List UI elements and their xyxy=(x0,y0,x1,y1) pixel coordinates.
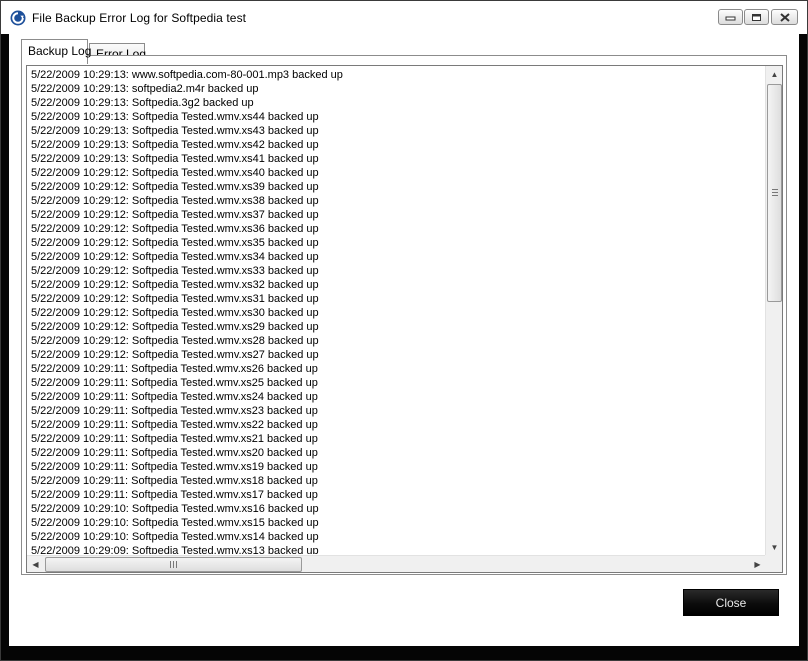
log-line[interactable]: 5/22/2009 10:29:11: Softpedia Tested.wmv… xyxy=(31,390,761,404)
minimize-button[interactable] xyxy=(718,9,743,25)
log-line[interactable]: 5/22/2009 10:29:12: Softpedia Tested.wmv… xyxy=(31,180,761,194)
log-line[interactable]: 5/22/2009 10:29:11: Softpedia Tested.wmv… xyxy=(31,404,761,418)
arrow-right-icon[interactable]: ▶ xyxy=(749,556,766,572)
close-button[interactable]: Close xyxy=(683,589,779,616)
log-line[interactable]: 5/22/2009 10:29:11: Softpedia Tested.wmv… xyxy=(31,376,761,390)
log-line[interactable]: 5/22/2009 10:29:12: Softpedia Tested.wmv… xyxy=(31,320,761,334)
log-line[interactable]: 5/22/2009 10:29:12: Softpedia Tested.wmv… xyxy=(31,166,761,180)
log-line[interactable]: 5/22/2009 10:29:11: Softpedia Tested.wmv… xyxy=(31,488,761,502)
close-icon xyxy=(779,12,790,22)
arrow-up-icon[interactable]: ▲ xyxy=(766,66,782,83)
log-line[interactable]: 5/22/2009 10:29:10: Softpedia Tested.wmv… xyxy=(31,502,761,516)
log-line[interactable]: 5/22/2009 10:29:11: Softpedia Tested.wmv… xyxy=(31,460,761,474)
log-line[interactable]: 5/22/2009 10:29:12: Softpedia Tested.wmv… xyxy=(31,264,761,278)
grip-icon xyxy=(772,189,778,196)
backup-log-window: File Backup Error Log for Softpedia test… xyxy=(0,0,808,661)
log-line[interactable]: 5/22/2009 10:29:13: Softpedia Tested.wmv… xyxy=(31,152,761,166)
log-line[interactable]: 5/22/2009 10:29:12: Softpedia Tested.wmv… xyxy=(31,194,761,208)
window-title: File Backup Error Log for Softpedia test xyxy=(32,11,247,25)
log-line[interactable]: 5/22/2009 10:29:13: www.softpedia.com-80… xyxy=(31,68,761,82)
tab-backup-log[interactable]: Backup Log xyxy=(21,39,91,64)
log-line[interactable]: 5/22/2009 10:29:12: Softpedia Tested.wmv… xyxy=(31,236,761,250)
log-line[interactable]: 5/22/2009 10:29:12: Softpedia Tested.wmv… xyxy=(31,222,761,236)
log-line[interactable]: 5/22/2009 10:29:13: Softpedia Tested.wmv… xyxy=(31,124,761,138)
title-bar[interactable]: File Backup Error Log for Softpedia test xyxy=(1,1,807,34)
log-line[interactable]: 5/22/2009 10:29:13: Softpedia Tested.wmv… xyxy=(31,110,761,124)
log-line[interactable]: 5/22/2009 10:29:11: Softpedia Tested.wmv… xyxy=(31,432,761,446)
dialog-content: Backup Log Error Log 5/22/2009 10:29:13:… xyxy=(9,34,799,646)
close-window-button[interactable] xyxy=(771,9,798,25)
log-line[interactable]: 5/22/2009 10:29:13: Softpedia Tested.wmv… xyxy=(31,138,761,152)
log-line[interactable]: 5/22/2009 10:29:11: Softpedia Tested.wmv… xyxy=(31,362,761,376)
log-line[interactable]: 5/22/2009 10:29:09: Softpedia Tested.wmv… xyxy=(31,544,761,554)
log-line[interactable]: 5/22/2009 10:29:12: Softpedia Tested.wmv… xyxy=(31,306,761,320)
log-line[interactable]: 5/22/2009 10:29:13: softpedia2.m4r backe… xyxy=(31,82,761,96)
log-line[interactable]: 5/22/2009 10:29:10: Softpedia Tested.wmv… xyxy=(31,530,761,544)
vertical-scroll-thumb[interactable] xyxy=(767,84,782,302)
log-line[interactable]: 5/22/2009 10:29:12: Softpedia Tested.wmv… xyxy=(31,208,761,222)
log-lines: 5/22/2009 10:29:13: www.softpedia.com-80… xyxy=(31,68,761,554)
arrow-left-icon[interactable]: ◀ xyxy=(27,556,44,572)
log-line[interactable]: 5/22/2009 10:29:12: Softpedia Tested.wmv… xyxy=(31,278,761,292)
horizontal-scrollbar[interactable]: ◀ ▶ xyxy=(27,555,766,572)
horizontal-scroll-thumb[interactable] xyxy=(45,557,302,572)
log-line[interactable]: 5/22/2009 10:29:11: Softpedia Tested.wmv… xyxy=(31,474,761,488)
arrow-down-icon[interactable]: ▼ xyxy=(766,539,782,556)
grip-icon xyxy=(170,561,177,568)
minimize-icon xyxy=(725,16,736,21)
log-line[interactable]: 5/22/2009 10:29:10: Softpedia Tested.wmv… xyxy=(31,516,761,530)
maximize-icon xyxy=(752,13,761,21)
log-listbox[interactable]: 5/22/2009 10:29:13: www.softpedia.com-80… xyxy=(26,65,783,573)
log-line[interactable]: 5/22/2009 10:29:12: Softpedia Tested.wmv… xyxy=(31,334,761,348)
scrollbar-corner xyxy=(765,555,782,572)
log-line[interactable]: 5/22/2009 10:29:11: Softpedia Tested.wmv… xyxy=(31,418,761,432)
maximize-button[interactable] xyxy=(744,9,769,25)
vertical-scrollbar[interactable]: ▲ ▼ xyxy=(765,66,782,556)
log-line[interactable]: 5/22/2009 10:29:12: Softpedia Tested.wmv… xyxy=(31,292,761,306)
tab-panel: 5/22/2009 10:29:13: www.softpedia.com-80… xyxy=(21,55,787,575)
log-line[interactable]: 5/22/2009 10:29:12: Softpedia Tested.wmv… xyxy=(31,348,761,362)
log-line[interactable]: 5/22/2009 10:29:11: Softpedia Tested.wmv… xyxy=(31,446,761,460)
log-line[interactable]: 5/22/2009 10:29:12: Softpedia Tested.wmv… xyxy=(31,250,761,264)
refresh-icon xyxy=(10,10,26,26)
log-line[interactable]: 5/22/2009 10:29:13: Softpedia.3g2 backed… xyxy=(31,96,761,110)
